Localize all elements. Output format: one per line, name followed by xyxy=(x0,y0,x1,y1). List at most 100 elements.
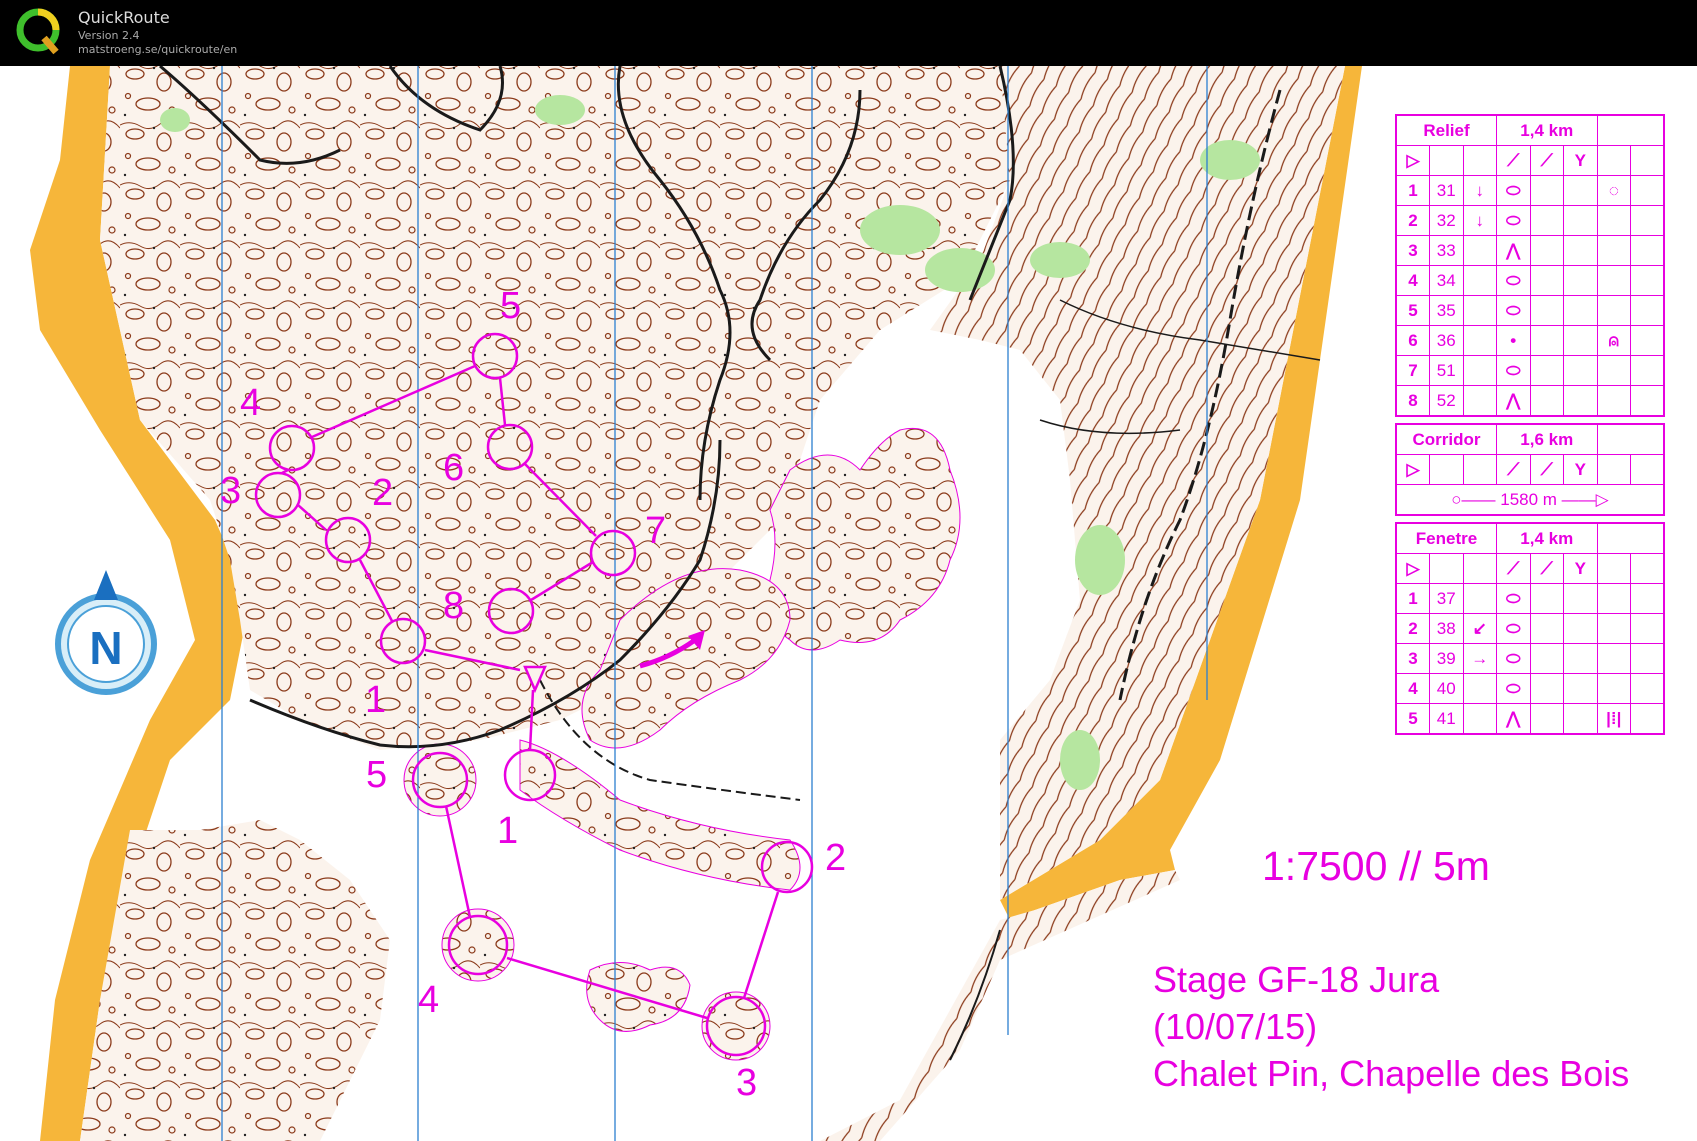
event-info: Stage GF-18 Jura (10/07/15) Chalet Pin, … xyxy=(1153,956,1629,1097)
control-descriptions: Relief 1,4 km ▷ ⟋ ⟋ Y 1 31 ↓ ⬭ ◌ 2 32 ↓ ⬭ 3 33 ⋀ 43… xyxy=(1395,114,1665,741)
legend-cell: 2 xyxy=(1395,613,1430,644)
legend-cell: 3 xyxy=(1395,235,1430,266)
legend-cell: 40 xyxy=(1429,673,1464,704)
fenetre-number-5: 5 xyxy=(366,754,387,796)
legend-cell xyxy=(1630,583,1665,614)
legend-cell: ⬭ xyxy=(1496,673,1531,704)
legend-cell xyxy=(1429,454,1464,485)
event-place: Chalet Pin, Chapelle des Bois xyxy=(1153,1053,1630,1094)
finish-distance: ○—— 1580 m ——▷ xyxy=(1395,484,1665,516)
legend-cell xyxy=(1596,454,1631,485)
legend-cell xyxy=(1630,265,1665,296)
title-bar: QuickRoute Version 2.4 matstroeng.se/qui… xyxy=(0,0,1697,66)
legend-cell xyxy=(1563,325,1598,356)
legend-cell xyxy=(1429,553,1464,584)
legend-cell xyxy=(1529,643,1564,674)
legend-cell xyxy=(1563,235,1598,266)
legend-cell xyxy=(1630,145,1665,176)
legend-cell: ⋀ xyxy=(1496,235,1531,266)
legend-cell: ⬭ xyxy=(1496,295,1531,326)
legend-cell xyxy=(1529,205,1564,236)
legend-cell: ⟋ xyxy=(1496,454,1531,485)
legend-cell: Y xyxy=(1563,553,1598,584)
corridor-table: Corridor 1,6 km ▷ ⟋ ⟋ Y ○—— 1580 m ——▷ xyxy=(1395,423,1665,516)
legend-cell xyxy=(1563,205,1598,236)
legend-cell: 6 xyxy=(1395,325,1430,356)
legend-cell xyxy=(1630,385,1665,417)
fenetre-number-3: 3 xyxy=(736,1062,757,1104)
legend-cell: 4 xyxy=(1395,265,1430,296)
legend-cell: 1 xyxy=(1395,583,1430,614)
legend-cell: 1 xyxy=(1395,175,1430,206)
legend-cell xyxy=(1596,423,1665,455)
legend-cell xyxy=(1462,145,1497,176)
legend-cell xyxy=(1630,613,1665,644)
legend-cell: ⋀ xyxy=(1496,703,1531,735)
legend-cell: ⟋ xyxy=(1529,553,1564,584)
legend-cell xyxy=(1529,613,1564,644)
legend-cell xyxy=(1630,325,1665,356)
legend-cell: ⬭ xyxy=(1496,205,1531,236)
legend-cell xyxy=(1563,175,1598,206)
legend-cell xyxy=(1462,265,1497,296)
legend-cell xyxy=(1462,295,1497,326)
legend-cell: ⬭ xyxy=(1496,583,1531,614)
legend-cell: |⁞| xyxy=(1596,703,1631,735)
legend-cell xyxy=(1462,703,1497,735)
legend-cell xyxy=(1596,385,1631,417)
relief-table: Relief 1,4 km ▷ ⟋ ⟋ Y 1 31 ↓ ⬭ ◌ 2 32 ↓ ⬭ 3 33 ⋀ 43… xyxy=(1395,114,1665,417)
legend-cell xyxy=(1630,703,1665,735)
legend-cell xyxy=(1596,553,1631,584)
map-area-southwest xyxy=(80,820,390,1141)
legend-cell xyxy=(1563,265,1598,296)
legend-cell: ⬭ xyxy=(1496,613,1531,644)
north-arrow-icon: N xyxy=(55,570,157,695)
app-url[interactable]: matstroeng.se/quickroute/en xyxy=(78,43,237,56)
legend-cell xyxy=(1630,673,1665,704)
legend-cell: 4 xyxy=(1395,673,1430,704)
relief-number-2: 2 xyxy=(372,472,393,514)
legend-cell xyxy=(1462,235,1497,266)
legend-cell: 31 xyxy=(1429,175,1464,206)
event-date: (10/07/15) xyxy=(1153,1006,1318,1047)
legend-cell: 7 xyxy=(1395,355,1430,386)
legend-cell xyxy=(1563,385,1598,417)
legend-cell: 37 xyxy=(1429,583,1464,614)
fenetre-number-4: 4 xyxy=(418,979,439,1021)
legend-cell xyxy=(1596,145,1631,176)
legend-cell xyxy=(1462,454,1497,485)
relief-number-8: 8 xyxy=(443,585,464,627)
legend-cell: → xyxy=(1462,643,1497,674)
legend-cell xyxy=(1596,265,1631,296)
legend-cell xyxy=(1563,673,1598,704)
relief-number-3: 3 xyxy=(220,470,241,512)
fenetre-name: Fenetre xyxy=(1395,522,1497,554)
legend-cell: 8 xyxy=(1395,385,1430,417)
legend-cell xyxy=(1462,325,1497,356)
legend-cell: ↙ xyxy=(1462,613,1497,644)
legend-cell xyxy=(1563,703,1598,735)
legend-cell: • xyxy=(1496,325,1531,356)
app-version: Version 2.4 xyxy=(78,29,140,42)
legend-cell: 38 xyxy=(1429,613,1464,644)
legend-cell xyxy=(1596,673,1631,704)
legend-cell xyxy=(1529,583,1564,614)
relief-number-1: 1 xyxy=(365,679,386,721)
legend-cell: ⟋ xyxy=(1496,553,1531,584)
legend-cell xyxy=(1529,265,1564,296)
legend-cell: ⟋ xyxy=(1529,454,1564,485)
legend-cell: 2 xyxy=(1395,205,1430,236)
legend-cell xyxy=(1596,643,1631,674)
legend-cell: ◌ xyxy=(1596,175,1631,206)
legend-cell xyxy=(1563,643,1598,674)
legend-cell xyxy=(1563,613,1598,644)
relief-length: 1,4 km xyxy=(1496,114,1598,146)
legend-cell xyxy=(1462,583,1497,614)
legend-cell: 52 xyxy=(1429,385,1464,417)
legend-cell xyxy=(1429,145,1464,176)
legend-cell xyxy=(1563,295,1598,326)
fenetre-table: Fenetre 1,4 km ▷ ⟋ ⟋ Y 1 37 ⬭ 2 38 ↙ ⬭ 3 39 → ⬭ 44… xyxy=(1395,522,1665,735)
legend-cell xyxy=(1630,355,1665,386)
legend-cell: ⬭ xyxy=(1496,643,1531,674)
legend-cell xyxy=(1630,205,1665,236)
